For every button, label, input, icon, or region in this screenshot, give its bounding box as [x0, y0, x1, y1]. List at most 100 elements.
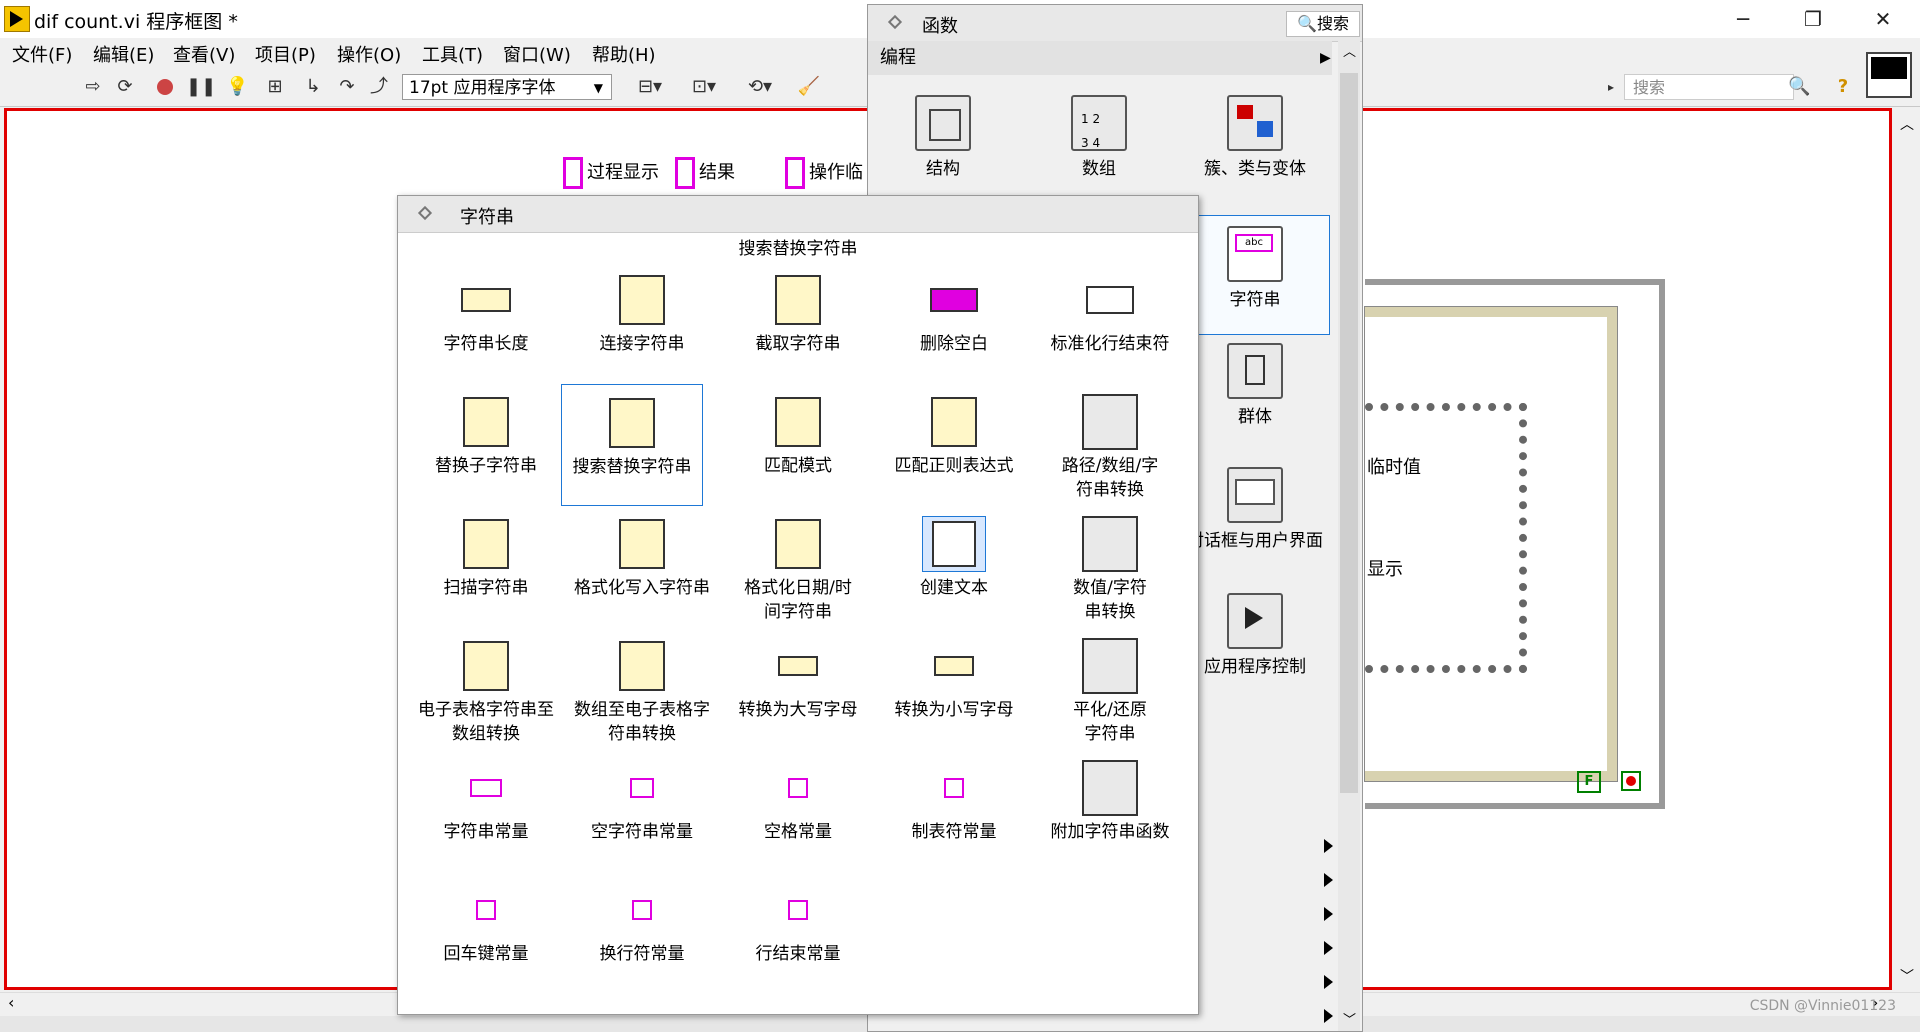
cleanup-diagram-icon[interactable]: 🧹: [794, 76, 824, 98]
step-over-icon[interactable]: ↷: [336, 76, 358, 98]
scroll-down-icon[interactable]: ﹀: [1900, 966, 1914, 986]
replace-substring-function[interactable]: 替换子字符串: [411, 390, 561, 478]
scroll-left-icon[interactable]: ‹: [8, 993, 14, 1012]
search-icon[interactable]: 🔍: [1788, 76, 1810, 98]
additional-string-functions-palette[interactable]: 附加字符串函数: [1035, 756, 1185, 844]
function-label: 空字符串常量: [591, 822, 693, 842]
menu-edit[interactable]: 编辑(E): [93, 41, 154, 67]
string-subset-function[interactable]: 截取字符串: [723, 268, 873, 356]
palette-structures[interactable]: 结构: [868, 95, 1018, 181]
to-lower-case-function[interactable]: 转换为小写字母: [879, 634, 1029, 722]
event-structure[interactable]: [1365, 403, 1527, 673]
palette-cluster[interactable]: 簇、类与变体: [1180, 95, 1330, 181]
tab-constant[interactable]: 制表符常量: [879, 756, 1029, 844]
function-label: 电子表格字符串至数组转换: [418, 700, 554, 744]
format-date-time-function[interactable]: 格式化日期/时间字符串: [723, 512, 873, 624]
build-text-function[interactable]: 创建文本: [879, 512, 1029, 600]
flatten-unflatten-palette[interactable]: 平化/还原字符串: [1035, 634, 1185, 746]
menu-file[interactable]: 文件(F): [12, 41, 72, 67]
space-constant[interactable]: 空格常量: [723, 756, 873, 844]
string-length-function[interactable]: 字符串长度: [411, 268, 561, 356]
function-label: 转换为大写字母: [738, 700, 858, 720]
distribute-objects-icon[interactable]: ⊡▾: [684, 76, 724, 98]
empty-string-constant[interactable]: 空字符串常量: [567, 756, 717, 844]
chevron-right-icon[interactable]: [1324, 839, 1333, 853]
step-into-icon[interactable]: ↳: [302, 76, 324, 98]
format-into-string-function[interactable]: 格式化写入字符串: [567, 512, 717, 600]
indicator-process-display[interactable]: 过程显示: [563, 157, 659, 189]
vi-icon: [1866, 52, 1912, 98]
pin-icon[interactable]: [418, 206, 436, 222]
indicator-operation[interactable]: 操作临: [785, 157, 863, 189]
palette-search-button[interactable]: 🔍搜索: [1286, 11, 1360, 37]
pin-icon[interactable]: [888, 15, 906, 31]
font-select[interactable]: 17pt 应用程序字体 ▼: [402, 74, 612, 100]
scan-from-string-function[interactable]: 扫描字符串: [411, 512, 561, 600]
palette-array[interactable]: 1 23 4 数组: [1024, 95, 1174, 181]
highlight-execution-icon[interactable]: 💡: [226, 76, 248, 98]
vertical-scrollbar[interactable]: ︿ ﹀: [1894, 108, 1920, 990]
abort-icon[interactable]: [154, 76, 176, 98]
scroll-up-icon[interactable]: ︿: [1343, 41, 1356, 60]
chevron-right-icon[interactable]: [1324, 941, 1333, 955]
menu-project[interactable]: 项目(P): [255, 41, 316, 67]
concatenate-strings-function[interactable]: 连接字符串: [567, 268, 717, 356]
chevron-right-icon[interactable]: [1324, 907, 1333, 921]
menu-view[interactable]: 查看(V): [173, 41, 235, 67]
array-to-spreadsheet-function[interactable]: 数组至电子表格字符串转换: [567, 634, 717, 746]
menu-operate[interactable]: 操作(O): [337, 41, 401, 67]
restore-button[interactable]: ❐: [1790, 4, 1836, 34]
minimize-button[interactable]: ─: [1720, 4, 1766, 34]
scroll-up-icon[interactable]: ︿: [1900, 114, 1914, 134]
menu-help[interactable]: 帮助(H): [592, 41, 656, 67]
normalize-eol-icon: [1086, 286, 1134, 314]
chevron-right-icon[interactable]: [1324, 1009, 1333, 1023]
menu-tools[interactable]: 工具(T): [422, 41, 483, 67]
carriage-return-icon: [476, 900, 496, 920]
help-icon[interactable]: ?: [1832, 76, 1854, 98]
search-replace-function[interactable]: 搜索替换字符串: [561, 384, 703, 506]
palette-category-programming[interactable]: 编程 ▶: [868, 41, 1332, 75]
reorder-icon[interactable]: ⟲▾: [740, 76, 780, 98]
match-regex-icon: [931, 397, 977, 447]
match-pattern-icon: [775, 397, 821, 447]
match-regex-function[interactable]: 匹配正则表达式: [879, 390, 1029, 478]
palette-collections[interactable]: 群体: [1180, 343, 1330, 429]
path-array-string-palette[interactable]: 路径/数组/字符串转换: [1035, 390, 1185, 502]
stop-terminal[interactable]: [1621, 771, 1641, 791]
step-out-icon[interactable]: ⤴: [368, 76, 390, 98]
retain-wire-values-icon[interactable]: ⊞: [264, 76, 286, 98]
chevron-right-icon[interactable]: [1324, 975, 1333, 989]
scroll-down-icon[interactable]: ﹀: [1343, 1009, 1356, 1028]
chevron-right-icon[interactable]: [1324, 873, 1333, 887]
palette-scrollbar[interactable]: ︿ ﹀: [1338, 41, 1360, 1031]
palette-scroll-thumb[interactable]: [1340, 73, 1358, 793]
chevron-right-icon: ▶: [1320, 50, 1331, 66]
line-feed-constant[interactable]: 换行符常量: [567, 878, 717, 966]
string-constant[interactable]: 字符串常量: [411, 756, 561, 844]
false-constant[interactable]: F: [1577, 771, 1601, 793]
match-pattern-function[interactable]: 匹配模式: [723, 390, 873, 478]
palette-dialog-ui[interactable]: 对话框与用户界面: [1180, 467, 1330, 553]
menu-window[interactable]: 窗口(W): [503, 41, 571, 67]
trim-whitespace-function[interactable]: 删除空白: [879, 268, 1029, 356]
number-string-palette[interactable]: 数值/字符串转换: [1035, 512, 1185, 624]
palette-string[interactable]: abc 字符串: [1180, 215, 1330, 335]
indicator-result[interactable]: 结果: [675, 157, 735, 189]
functions-palette-title: 函数: [922, 16, 958, 37]
function-label: 创建文本: [920, 578, 988, 598]
run-continuously-icon[interactable]: ⟳: [114, 76, 136, 98]
close-button[interactable]: ✕: [1860, 4, 1906, 34]
pause-icon[interactable]: ❚❚: [186, 76, 216, 98]
cluster-icon: [1227, 95, 1283, 151]
align-objects-icon[interactable]: ⊟▾: [630, 76, 670, 98]
eol-constant[interactable]: 行结束常量: [723, 878, 873, 966]
palette-app-control[interactable]: 应用程序控制: [1180, 593, 1330, 679]
normalize-eol-function[interactable]: 标准化行结束符: [1035, 268, 1185, 356]
spreadsheet-to-array-function[interactable]: 电子表格字符串至数组转换: [411, 634, 561, 746]
run-arrow-icon[interactable]: ⇨: [82, 76, 104, 98]
search-expand-icon[interactable]: ▸: [1604, 76, 1618, 98]
carriage-return-constant[interactable]: 回车键常量: [411, 878, 561, 966]
to-upper-case-function[interactable]: 转换为大写字母: [723, 634, 873, 722]
toolbar-search-input[interactable]: 搜索: [1624, 74, 1794, 100]
